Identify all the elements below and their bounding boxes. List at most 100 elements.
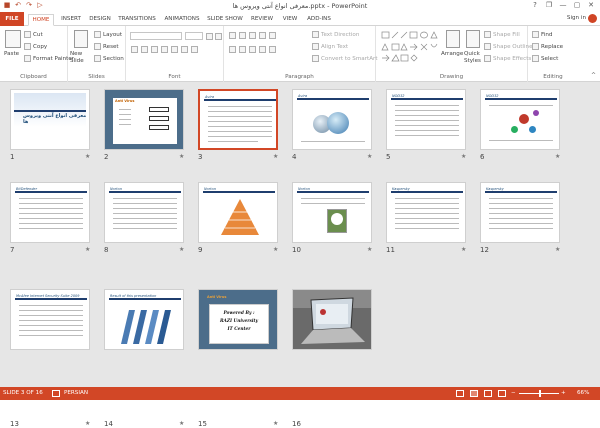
- slide-thumbnail-7[interactable]: BitDefender: [10, 182, 90, 243]
- italic-icon[interactable]: [141, 46, 148, 53]
- slide-thumbnail-10[interactable]: Norton: [292, 182, 372, 243]
- tab-review[interactable]: REVIEW: [249, 14, 275, 26]
- slide-thumbnail-16[interactable]: [292, 289, 372, 350]
- window-title: معرفی انواع آنتی ویروس ها.pptx - PowerPo…: [232, 2, 368, 10]
- reset-button[interactable]: Reset: [94, 43, 119, 50]
- slides-label: Slides: [88, 74, 105, 80]
- align-right-icon[interactable]: [249, 46, 256, 53]
- close-button[interactable]: ✕: [584, 0, 598, 11]
- slide-number: 2: [104, 153, 109, 161]
- section-button[interactable]: Section: [94, 55, 124, 62]
- language-indicator[interactable]: PERSIAN: [64, 390, 88, 396]
- increase-indent-icon[interactable]: [259, 32, 266, 39]
- columns-icon[interactable]: [269, 46, 276, 53]
- tab-insert[interactable]: INSERT: [58, 14, 84, 26]
- slide-thumbnail-3[interactable]: Avira: [198, 89, 278, 150]
- grow-font-icon[interactable]: [206, 33, 213, 40]
- replace-button[interactable]: Replace: [532, 43, 563, 50]
- slide-counter: SLIDE 3 OF 16: [3, 390, 43, 396]
- slide-title: Result of this presentation: [110, 294, 157, 298]
- minimize-button[interactable]: —: [556, 0, 570, 11]
- slide-title: Norton: [204, 187, 216, 191]
- find-button[interactable]: Find: [532, 31, 552, 38]
- slide-show-view-icon[interactable]: [498, 390, 506, 397]
- slide-thumbnail-13[interactable]: McAfee Internet Security Suite 2009: [10, 289, 90, 350]
- align-text-button[interactable]: Align Text: [312, 43, 348, 50]
- zoom-level[interactable]: 66%: [577, 390, 589, 396]
- font-size-combo[interactable]: [185, 32, 203, 40]
- arrange-button[interactable]: Arrange: [441, 51, 463, 57]
- convert-smartart-button[interactable]: Convert to SmartArt: [312, 55, 378, 62]
- layout-button[interactable]: Layout: [94, 31, 122, 38]
- copy-button[interactable]: Copy: [24, 43, 47, 50]
- help-button[interactable]: ?: [528, 0, 542, 11]
- slide-thumbnail-1[interactable]: معرفی انواع آنتی ویروس ها: [10, 89, 90, 150]
- paste-button[interactable]: Paste: [4, 51, 19, 57]
- slide-thumbnail-5[interactable]: NOD32: [386, 89, 466, 150]
- text-direction-button[interactable]: Text Direction: [312, 31, 359, 38]
- avatar[interactable]: [588, 14, 597, 23]
- text-direction-icon: [312, 31, 319, 38]
- tab-add-ins[interactable]: ADD-INS: [304, 14, 334, 26]
- tab-home[interactable]: HOME: [28, 14, 54, 26]
- slide-thumbnail-12[interactable]: Kaspersky: [480, 182, 560, 243]
- slide-thumbnail-6[interactable]: NOD32: [480, 89, 560, 150]
- normal-view-icon[interactable]: [456, 390, 464, 397]
- shape-effects-button[interactable]: Shape Effects: [484, 55, 531, 62]
- group-drawing: Arrange Quick Styles Shape Fill Shape Ou…: [376, 26, 533, 82]
- bullets-icon[interactable]: [229, 32, 236, 39]
- collapse-ribbon-icon[interactable]: ^: [591, 72, 596, 79]
- justify-icon[interactable]: [259, 46, 266, 53]
- animation-star-icon: ★: [461, 153, 467, 160]
- slide-title: McAfee Internet Security Suite 2009: [16, 294, 80, 298]
- line-spacing-icon[interactable]: [269, 32, 276, 39]
- zoom-in-button[interactable]: +: [561, 390, 566, 396]
- align-center-icon[interactable]: [239, 46, 246, 53]
- character-spacing-icon[interactable]: [171, 46, 178, 53]
- reading-view-icon[interactable]: [484, 390, 492, 397]
- decrease-indent-icon[interactable]: [249, 32, 256, 39]
- numbering-icon[interactable]: [239, 32, 246, 39]
- zoom-slider-thumb[interactable]: [539, 390, 541, 397]
- shrink-font-icon[interactable]: [215, 33, 222, 40]
- slide-thumbnail-8[interactable]: Norton: [104, 182, 184, 243]
- align-left-icon[interactable]: [229, 46, 236, 53]
- maximize-button[interactable]: ▢: [570, 0, 584, 11]
- new-slide-button[interactable]: New Slide: [70, 51, 96, 65]
- slide-thumbnail-2[interactable]: Anti Virus: [104, 89, 184, 150]
- tab-animations[interactable]: ANIMATIONS: [162, 14, 202, 26]
- bold-icon[interactable]: [131, 46, 138, 53]
- slide-title: Kaspersky: [392, 187, 410, 191]
- tab-view[interactable]: VIEW: [280, 14, 300, 26]
- cut-button[interactable]: Cut: [24, 31, 43, 38]
- tab-file[interactable]: FILE: [0, 12, 24, 26]
- slide-thumbnail-15[interactable]: Anti Virus Powered By : RAZI University …: [198, 289, 278, 350]
- font-color-icon[interactable]: [191, 46, 198, 53]
- sign-in-link[interactable]: Sign in: [567, 15, 586, 21]
- tab-transitions[interactable]: TRANSITIONS: [117, 14, 157, 26]
- slide-sorter-view-icon[interactable]: [470, 390, 478, 397]
- quick-styles-button[interactable]: Quick Styles: [464, 51, 484, 65]
- strikethrough-icon[interactable]: [161, 46, 168, 53]
- tab-design[interactable]: DESIGN: [87, 14, 113, 26]
- shape-fill-button[interactable]: Shape Fill: [484, 31, 520, 38]
- slide-title: Norton: [110, 187, 122, 191]
- zoom-out-button[interactable]: −: [511, 390, 516, 396]
- shape-outline-button[interactable]: Shape Outline: [484, 43, 533, 50]
- language-icon: [52, 390, 60, 397]
- shapes-gallery[interactable]: [380, 30, 442, 64]
- slide-title: NOD32: [392, 94, 405, 98]
- slide-thumbnail-9[interactable]: Norton: [198, 182, 278, 243]
- change-case-icon[interactable]: [181, 46, 188, 53]
- tab-slide-show[interactable]: SLIDE SHOW: [207, 14, 243, 26]
- slide-thumbnail-4[interactable]: Avira: [292, 89, 372, 150]
- slide-thumbnail-14[interactable]: Result of this presentation: [104, 289, 184, 350]
- slide-title: Avira: [205, 95, 215, 99]
- slide-thumbnail-11[interactable]: Kaspersky: [386, 182, 466, 243]
- select-button[interactable]: Select: [532, 55, 558, 62]
- shape-effects-label: Shape Effects: [493, 55, 532, 62]
- ribbon-display-button[interactable]: ❐: [542, 0, 556, 11]
- underline-icon[interactable]: [151, 46, 158, 53]
- format-painter-button[interactable]: Format Painter: [24, 55, 74, 62]
- font-name-combo[interactable]: [130, 32, 182, 40]
